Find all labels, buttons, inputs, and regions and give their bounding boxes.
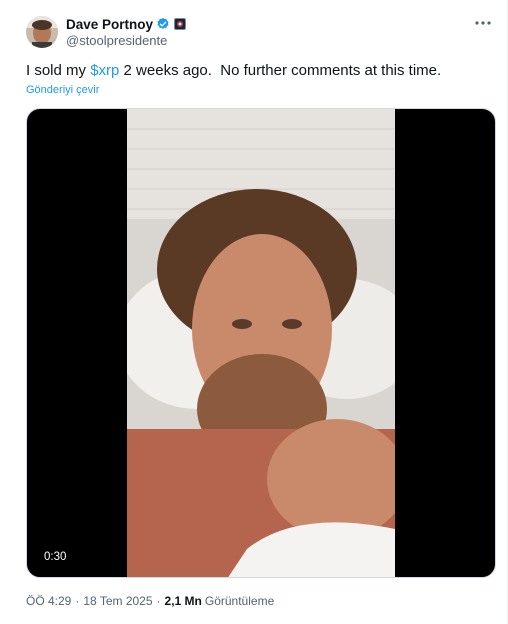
avatar[interactable] bbox=[26, 16, 58, 48]
views-count: 2,1 Mn bbox=[164, 594, 202, 608]
author-display-name[interactable]: Dave Portnoy bbox=[66, 17, 153, 32]
meta-separator: · bbox=[156, 594, 161, 608]
video-frame[interactable] bbox=[127, 109, 395, 578]
verified-badge-icon bbox=[157, 17, 169, 29]
video-duration: 0:30 bbox=[39, 549, 72, 565]
tweet-text: I sold my $xrp 2 weeks ago. No further c… bbox=[26, 62, 441, 79]
tweet-text-after: 2 weeks ago. No further comments at this… bbox=[119, 62, 442, 79]
tweet-date[interactable]: 18 Tem 2025 bbox=[83, 594, 152, 608]
more-options-icon[interactable] bbox=[473, 14, 493, 32]
author-handle[interactable]: @stoolpresidente bbox=[66, 33, 186, 48]
tweet-meta: ÖÖ 4:29 · 18 Tem 2025 · 2,1 Mn Görüntüle… bbox=[26, 594, 274, 608]
tweet-header: Dave Portnoy @stoolpresidente bbox=[26, 14, 187, 50]
translate-link[interactable]: Gönderiyi çevir bbox=[26, 84, 99, 96]
views-label: Görüntüleme bbox=[204, 594, 275, 608]
affiliate-badge-icon[interactable] bbox=[174, 18, 187, 30]
cashtag-link[interactable]: $xrp bbox=[90, 62, 119, 79]
meta-separator: · bbox=[75, 594, 80, 608]
tweet-detail: Dave Portnoy @stoolpresidente I sold my … bbox=[0, 0, 508, 624]
tweet-time[interactable]: ÖÖ 4:29 bbox=[26, 594, 71, 608]
video-player[interactable]: 0:30 bbox=[26, 108, 496, 578]
name-row: Dave Portnoy bbox=[66, 17, 187, 32]
author-names: Dave Portnoy @stoolpresidente bbox=[66, 17, 187, 48]
tweet-text-before: I sold my bbox=[26, 62, 91, 79]
